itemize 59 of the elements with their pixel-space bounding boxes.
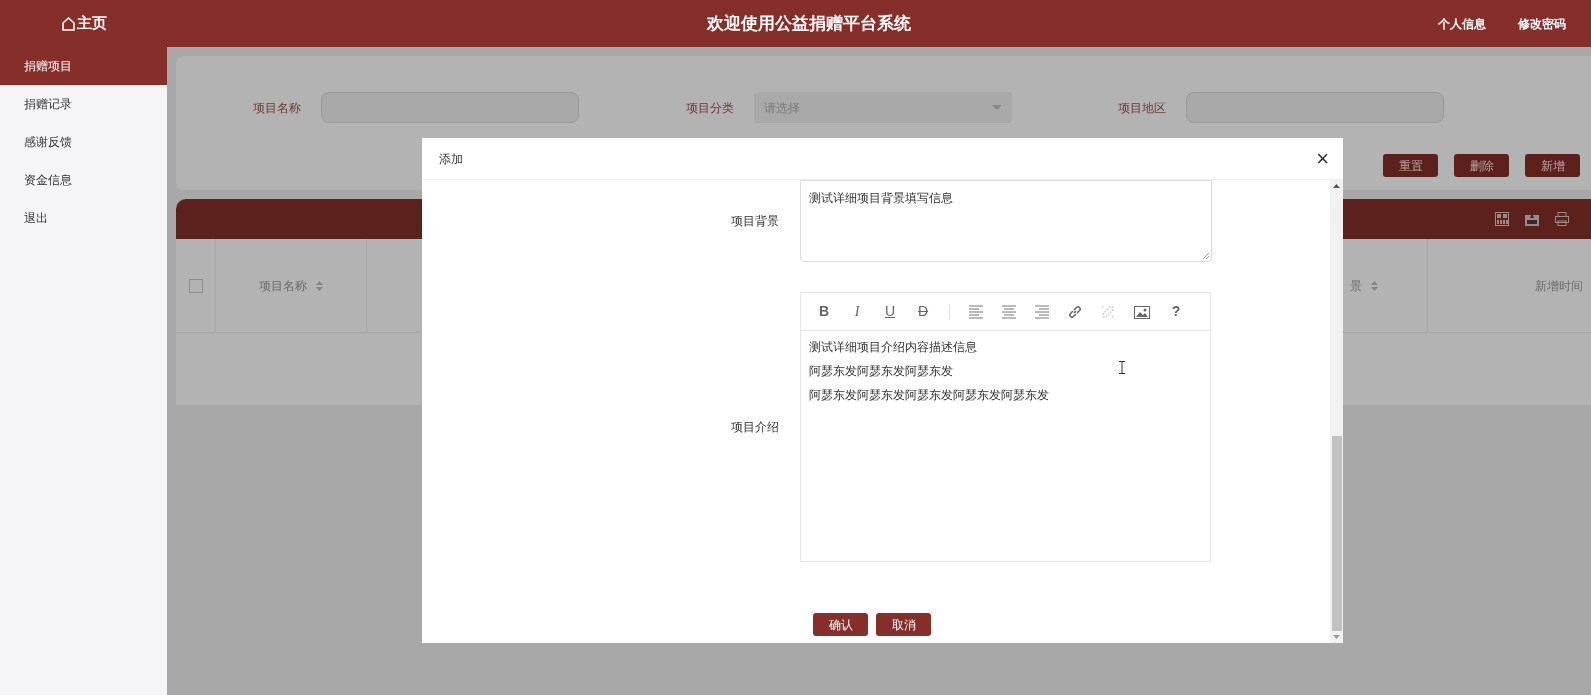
export-icon	[1525, 212, 1539, 226]
input-field[interactable]	[321, 92, 579, 123]
align-right-icon	[1035, 304, 1049, 319]
sidebar-item[interactable]: 捐赠记录	[0, 85, 167, 123]
scroll-up-icon	[1333, 184, 1340, 188]
strike-button[interactable]: D	[916, 301, 930, 322]
editor-line: 阿瑟东发阿瑟东发阿瑟东发	[809, 363, 953, 379]
field-label: 项目名称	[253, 99, 301, 117]
action-button[interactable]: 删除	[1454, 154, 1509, 177]
caret-icon	[992, 105, 1002, 110]
unlink-button[interactable]	[1101, 304, 1115, 319]
scroll-down-icon	[1333, 635, 1340, 639]
action-button[interactable]: 新增	[1525, 154, 1580, 177]
link-button[interactable]	[1068, 304, 1082, 319]
scrollbar[interactable]	[1330, 180, 1343, 643]
input-field[interactable]	[1186, 92, 1444, 123]
underline-button[interactable]: U	[883, 301, 897, 322]
sidebar-item[interactable]: 感谢反馈	[0, 123, 167, 161]
editor-line: 测试详细项目介绍内容描述信息	[809, 339, 977, 355]
home-icon	[60, 16, 76, 31]
unlink-icon	[1101, 304, 1115, 319]
header-link[interactable]: 个人信息	[1438, 14, 1486, 33]
image-icon	[1134, 304, 1150, 319]
checkbox[interactable]	[188, 278, 203, 293]
align-center-button[interactable]	[1002, 304, 1016, 319]
text-cursor-icon	[1118, 361, 1126, 374]
page-title: 欢迎使用公益捐赠平台系统	[706, 12, 911, 35]
textarea-field[interactable]: 测试详细项目背景填写信息	[800, 180, 1212, 262]
editor-area[interactable]: 测试详细项目介绍内容描述信息 阿瑟东发阿瑟东发阿瑟东发 阿瑟东发阿瑟东发阿瑟东发阿瑟东发阿瑟东发	[801, 331, 1210, 561]
sidebar-item[interactable]: 退出	[0, 199, 167, 237]
resize-handle-icon	[1202, 252, 1210, 260]
link-icon	[1068, 304, 1082, 319]
image-button[interactable]	[1134, 304, 1150, 319]
close-button[interactable]: ×	[1316, 147, 1329, 170]
align-right-button[interactable]	[1035, 304, 1049, 319]
home-link[interactable]: 主页	[76, 12, 107, 35]
columns-icon	[1495, 212, 1509, 226]
field-label: 项目分类	[686, 99, 734, 117]
scrollbar-thumb[interactable]	[1331, 436, 1342, 631]
sort-icon	[1371, 280, 1378, 291]
sidebar-item[interactable]: 资金信息	[0, 161, 167, 199]
italic-button[interactable]: I	[850, 301, 864, 322]
field-label: 项目地区	[1118, 99, 1166, 117]
sort-icon	[316, 280, 323, 291]
field-label: 项目介绍	[730, 419, 780, 436]
align-left-button[interactable]	[969, 304, 983, 319]
print-icon	[1555, 212, 1569, 226]
dialog-button[interactable]: 取消	[876, 613, 931, 636]
dialog-button[interactable]: 确认	[813, 613, 868, 636]
align-center-icon	[1002, 304, 1016, 319]
help-button[interactable]: ?	[1169, 301, 1183, 322]
bold-button[interactable]: B	[817, 301, 831, 322]
field-label: 项目背景	[730, 213, 780, 230]
dialog-title: 添加	[439, 150, 463, 168]
sidebar-item[interactable]: 捐赠项目	[0, 47, 167, 85]
editor-line: 阿瑟东发阿瑟东发阿瑟东发阿瑟东发阿瑟东发	[809, 387, 1049, 403]
header-link[interactable]: 修改密码	[1518, 14, 1566, 33]
action-button[interactable]: 重置	[1383, 154, 1438, 177]
align-left-icon	[969, 304, 983, 319]
